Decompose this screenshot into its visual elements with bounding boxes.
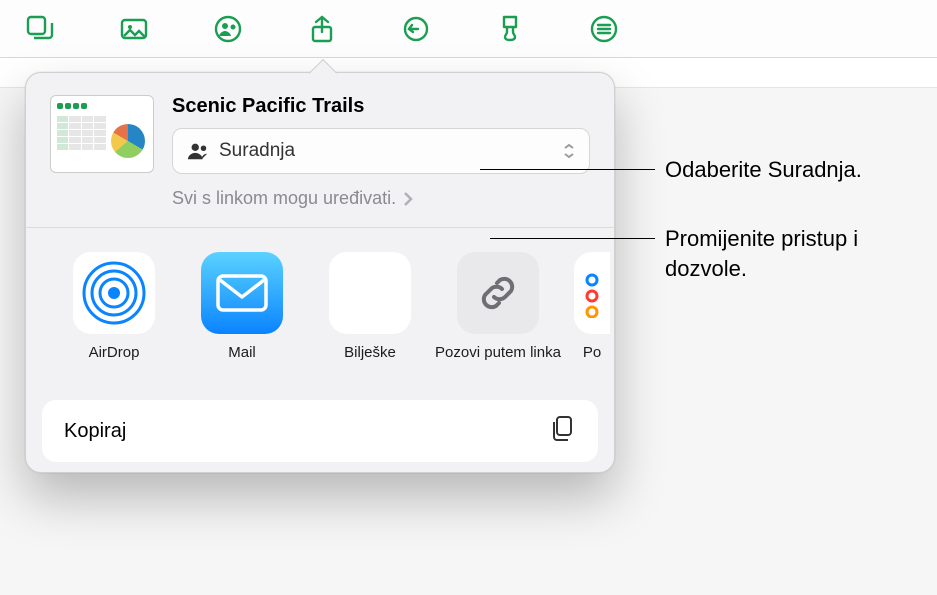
copy-label: Kopiraj	[64, 420, 126, 443]
collaboration-mode-selector[interactable]: Suradnja	[172, 128, 590, 174]
document-thumbnail	[50, 95, 154, 173]
collaboration-mode-label: Suradnja	[219, 140, 295, 162]
mail-icon	[201, 252, 283, 334]
insert-shape-button[interactable]	[22, 11, 58, 47]
people-icon	[187, 140, 209, 162]
callout-text: Odaberite Suradnja.	[665, 155, 862, 185]
callout-line	[480, 169, 655, 170]
document-title: Scenic Pacific Trails	[172, 95, 590, 118]
share-app-more-peek[interactable]: Po	[562, 252, 614, 382]
more-menu-button[interactable]	[586, 11, 622, 47]
permissions-row[interactable]: Svi s linkom mogu uređivati.	[148, 180, 614, 227]
share-app-mail[interactable]: Mail	[178, 252, 306, 382]
collaborate-toolbar-button[interactable]	[210, 11, 246, 47]
link-icon	[457, 252, 539, 334]
format-brush-button[interactable]	[492, 11, 528, 47]
app-label: AirDrop	[89, 344, 140, 382]
permissions-label: Svi s linkom mogu uređivati.	[172, 188, 396, 209]
share-sheet: Scenic Pacific Trails Suradnja Svi s lin…	[25, 72, 615, 473]
app-label: Mail	[228, 344, 256, 382]
copy-action[interactable]: Kopiraj	[42, 400, 598, 462]
toolbar	[0, 0, 937, 58]
copy-icon	[548, 414, 576, 448]
share-app-invite-link[interactable]: Pozovi putem linka	[434, 252, 562, 382]
share-button[interactable]	[304, 11, 340, 47]
reminders-icon	[574, 252, 610, 334]
app-label: Pozovi putem linka	[435, 344, 561, 382]
share-apps-row: AirDrop Mail Bilješke Pozovi putem linka…	[26, 228, 614, 400]
airdrop-icon	[73, 252, 155, 334]
insert-media-button[interactable]	[116, 11, 152, 47]
app-label: Po	[583, 344, 601, 382]
chevron-right-icon	[402, 191, 414, 207]
share-app-notes[interactable]: Bilješke	[306, 252, 434, 382]
chevron-updown-icon	[563, 143, 575, 159]
undo-button[interactable]	[398, 11, 434, 47]
callout-line	[490, 238, 655, 239]
notes-icon	[329, 252, 411, 334]
app-label: Bilješke	[344, 344, 396, 382]
callout-text: Promijenite pristup i dozvole.	[665, 224, 905, 283]
share-app-airdrop[interactable]: AirDrop	[50, 252, 178, 382]
